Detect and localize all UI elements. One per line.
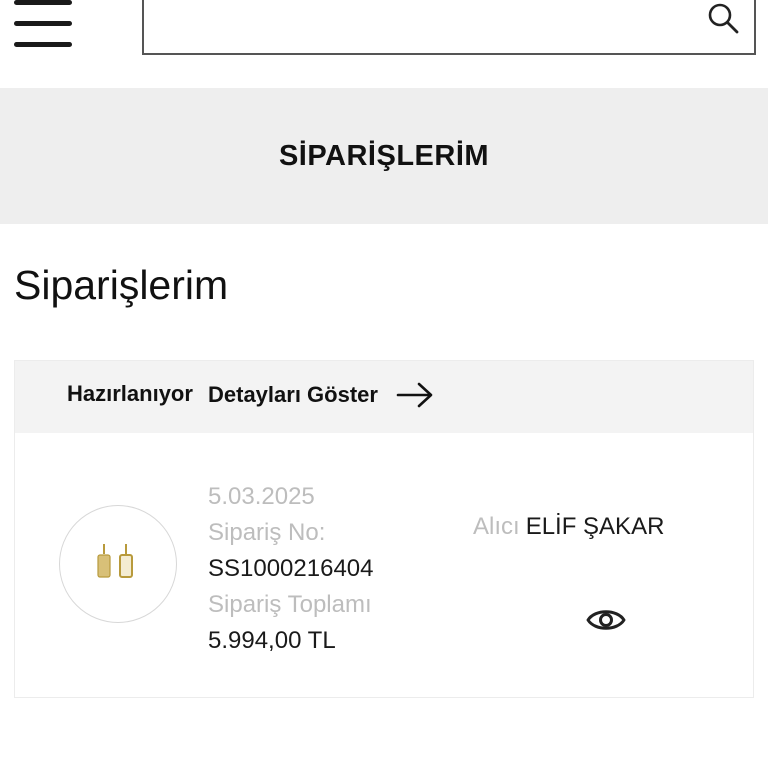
order-card-header: Hazırlanıyor Detayları Göster xyxy=(15,361,753,433)
eye-icon[interactable] xyxy=(585,599,627,641)
order-no-label: Sipariş No: xyxy=(208,519,326,546)
recipient-label: Alıcı xyxy=(473,513,520,540)
order-card: Hazırlanıyor Detayları Göster 5.03.2025 … xyxy=(14,360,754,698)
hamburger-icon-bar xyxy=(14,42,72,47)
page-title: Siparişlerim xyxy=(14,262,229,308)
order-total-label: Sipariş Toplamı xyxy=(208,591,372,618)
order-date: 5.03.2025 xyxy=(208,483,315,510)
page-banner: SİPARİŞLERİM xyxy=(0,88,768,224)
recipient: Alıcı ELİF ŞAKAR xyxy=(473,513,664,541)
recipient-name: ELİF ŞAKAR xyxy=(525,513,665,540)
order-status: Hazırlanıyor xyxy=(67,381,193,406)
arrow-right-icon xyxy=(396,382,433,408)
hamburger-icon xyxy=(14,0,72,5)
order-info: 5.03.2025 Sipariş No: SS1000216404 Sipar… xyxy=(208,479,374,659)
show-details-link[interactable]: Detayları Göster xyxy=(208,381,434,409)
search-input[interactable] xyxy=(156,5,700,45)
hamburger-menu-button[interactable] xyxy=(14,0,72,47)
show-details-label: Detayları Göster xyxy=(208,382,378,407)
search-icon[interactable] xyxy=(706,1,740,35)
product-thumbnail[interactable] xyxy=(59,505,177,623)
banner-title: SİPARİŞLERİM xyxy=(278,139,490,172)
earrings-image xyxy=(97,544,133,578)
order-no: SS1000216404 xyxy=(208,555,374,582)
hamburger-icon-bar xyxy=(14,21,72,26)
order-total: 5.994,00 TL xyxy=(208,627,336,654)
search-box xyxy=(142,0,756,55)
